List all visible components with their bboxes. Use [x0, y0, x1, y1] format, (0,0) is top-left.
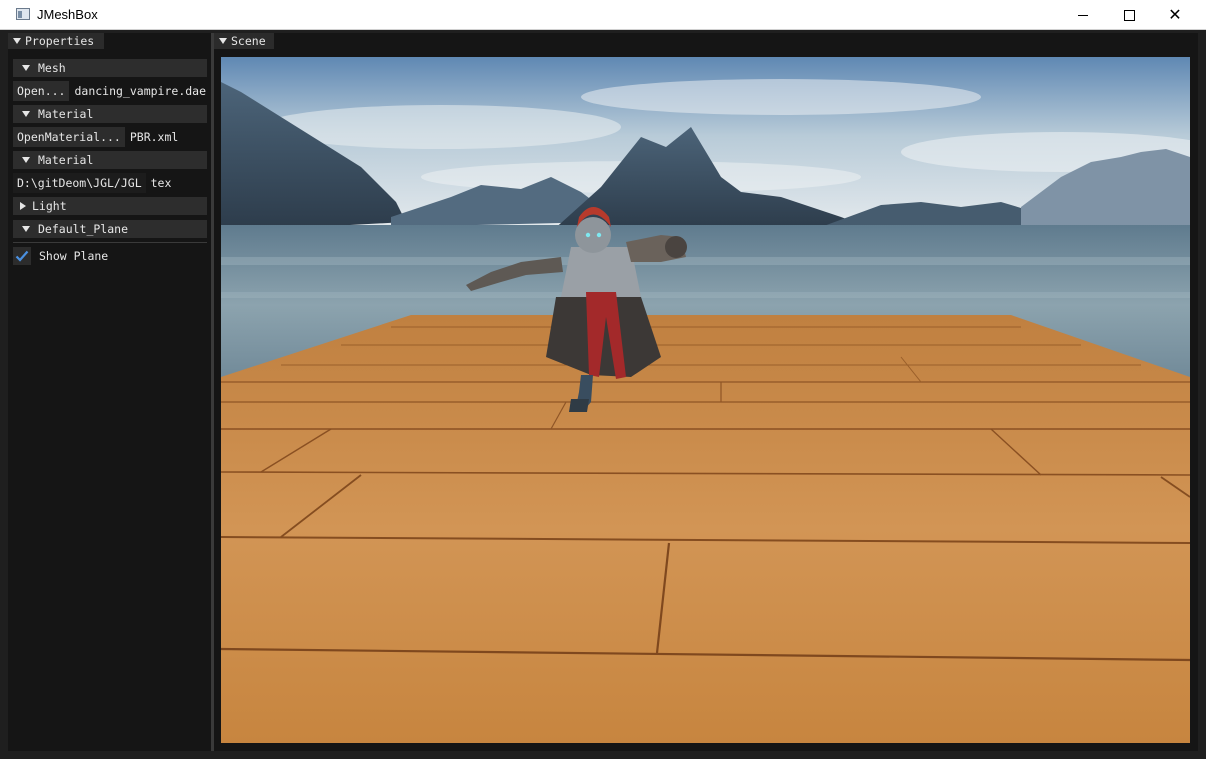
expanded-arrow-icon	[22, 65, 30, 71]
close-icon: ✕	[1168, 5, 1182, 24]
section-header-label: Material	[38, 107, 94, 121]
open-material-button[interactable]: OpenMaterial...	[13, 127, 125, 147]
show-plane-row: Show Plane	[13, 247, 108, 265]
collapsed-arrow-icon	[20, 202, 26, 210]
app-icon	[16, 8, 30, 20]
open-mesh-button[interactable]: Open...	[13, 81, 70, 101]
minimize-button[interactable]	[1060, 0, 1106, 30]
mesh-file-name: dancing_vampire.dae	[74, 84, 207, 98]
mesh-row: Open... dancing_vampire.dae	[13, 81, 207, 101]
section-header-label: Mesh	[38, 61, 66, 75]
collapse-arrow-icon[interactable]	[13, 38, 21, 44]
character-eye	[596, 232, 602, 238]
section-header-light[interactable]: Light	[13, 197, 207, 215]
character-foot	[569, 399, 589, 412]
section-header-material-texture[interactable]: Material	[13, 151, 207, 169]
collapse-arrow-icon[interactable]	[219, 38, 227, 44]
floor-plane	[221, 315, 1190, 743]
section-header-default-plane[interactable]: Default_Plane	[13, 220, 207, 238]
water-shimmer	[221, 292, 1190, 298]
section-divider	[13, 242, 207, 243]
checkmark-icon	[15, 250, 29, 262]
show-plane-label: Show Plane	[39, 249, 109, 263]
section-header-mesh[interactable]: Mesh	[13, 59, 207, 77]
section-header-label: Light	[32, 199, 67, 213]
character-head	[575, 217, 611, 253]
tab-properties-label: Properties	[25, 34, 95, 48]
minimize-icon	[1078, 14, 1088, 16]
scene-render	[221, 57, 1190, 743]
texture-label: tex	[150, 176, 172, 190]
section-header-material[interactable]: Material	[13, 105, 207, 123]
texture-path-input[interactable]: D:\gitDeom\JGL/JGL	[13, 173, 146, 193]
material-row: OpenMaterial... PBR.xml	[13, 127, 207, 147]
material-file-name: PBR.xml	[129, 130, 179, 144]
expanded-arrow-icon	[22, 157, 30, 163]
section-header-label: Default_Plane	[38, 222, 129, 236]
maximize-icon	[1123, 9, 1135, 21]
water-shimmer	[221, 257, 1190, 265]
expanded-arrow-icon	[22, 226, 30, 232]
scene-viewport[interactable]	[221, 57, 1190, 743]
character-eye	[585, 232, 591, 238]
expanded-arrow-icon	[22, 111, 30, 117]
tab-properties[interactable]: Properties	[8, 33, 104, 49]
tab-scene[interactable]: Scene	[214, 33, 274, 49]
title-bar: JMeshBox ✕	[0, 0, 1206, 30]
section-header-label: Material	[38, 153, 94, 167]
maximize-button[interactable]	[1106, 0, 1152, 30]
cloud	[581, 79, 981, 115]
character-torso	[561, 247, 641, 297]
window-title: JMeshBox	[37, 7, 98, 22]
close-button[interactable]: ✕	[1152, 0, 1198, 30]
show-plane-checkbox[interactable]	[13, 247, 31, 265]
texture-row: D:\gitDeom\JGL/JGL tex	[13, 173, 207, 193]
character-right-fist	[665, 236, 687, 258]
tab-scene-label: Scene	[231, 34, 266, 48]
